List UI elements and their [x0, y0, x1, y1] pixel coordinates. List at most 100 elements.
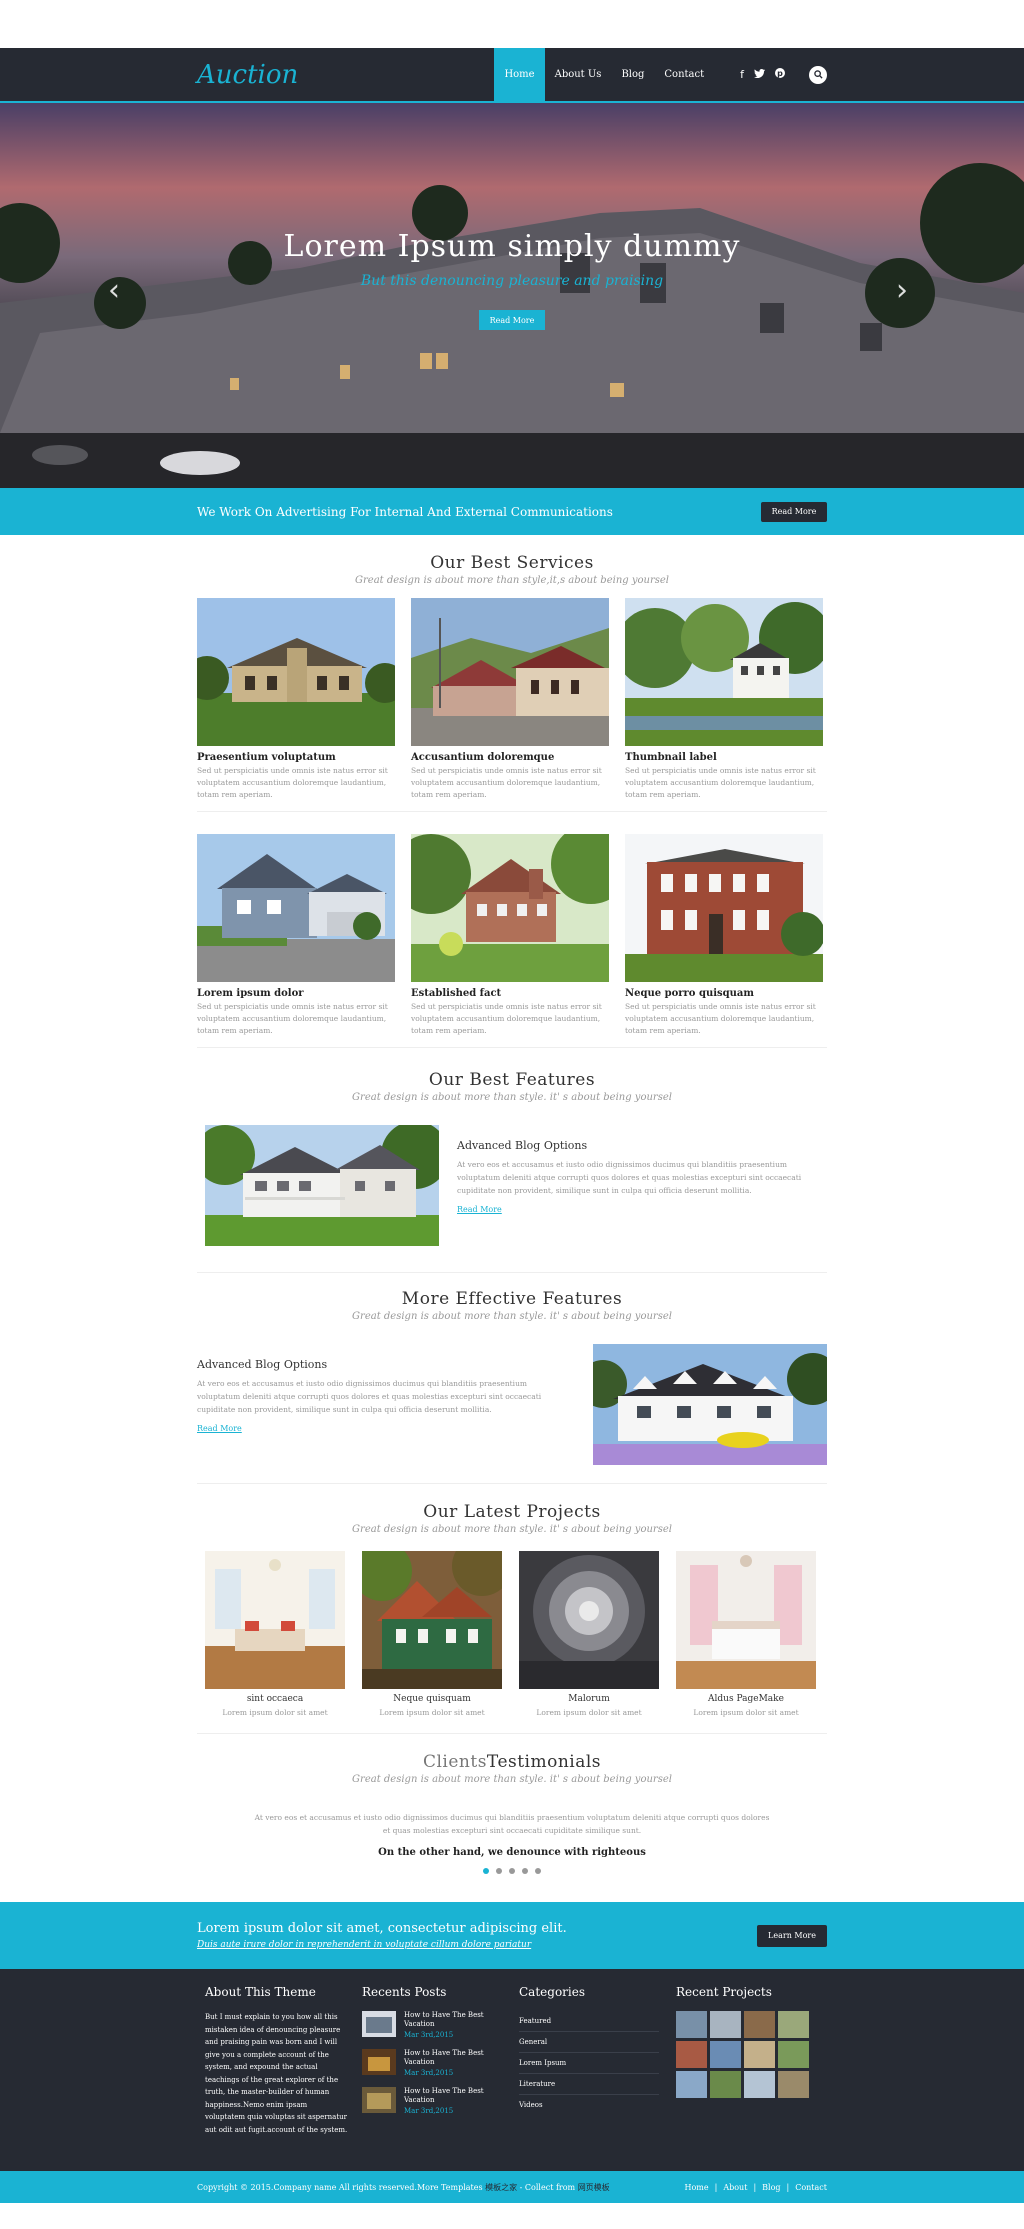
hero-read-more-button[interactable]: Read More	[479, 310, 545, 330]
cta-subtitle[interactable]: Duis aute irure dolor in reprehenderit i…	[197, 1940, 567, 1950]
more-features-section: More Effective Features Great design is …	[197, 1273, 827, 1484]
footer-recent-posts: Recents Posts How to Have The Best Vacat…	[354, 1985, 511, 2136]
bottom-bar: Copyright © 2015.Company name All rights…	[0, 2171, 1024, 2203]
banner-read-more-button[interactable]: Read More	[761, 501, 827, 522]
separator: |	[714, 2182, 718, 2192]
feature-heading: Advanced Blog Options	[457, 1139, 588, 1152]
more-feature-heading: Advanced Blog Options	[197, 1358, 328, 1371]
footer-about-text: But I must explain to you how all this m…	[205, 2013, 348, 2134]
twitter-icon[interactable]	[754, 68, 765, 81]
testimonials-title-a: Clients	[422, 1752, 487, 1772]
projects-title: Our Latest Projects	[423, 1502, 601, 1522]
learn-more-button[interactable]: Learn More	[757, 1924, 827, 1947]
project-thumbnail[interactable]	[778, 2041, 809, 2068]
logo[interactable]: Auction	[197, 60, 298, 90]
project-card[interactable]: Malorum Lorem ipsum dolor sit amet	[519, 1551, 659, 1717]
service-card[interactable]: Lorem ipsum dolor Sed ut perspiciatis un…	[197, 834, 395, 1037]
services-section: Our Best Services Great design is about …	[197, 535, 827, 1048]
project-thumbnail[interactable]	[744, 2011, 775, 2038]
more-features-title: More Effective Features	[401, 1289, 623, 1309]
slide-dot[interactable]	[509, 1868, 515, 1874]
facebook-icon[interactable]: f	[740, 68, 744, 81]
feature-image	[205, 1125, 439, 1246]
feature-read-more-link[interactable]: Read More	[457, 1205, 502, 1214]
copyright: Copyright © 2015.Company name All rights…	[197, 2182, 610, 2193]
more-feature-read-more-link[interactable]: Read More	[197, 1424, 242, 1433]
footer-nav-contact[interactable]: Contact	[795, 2183, 827, 2192]
testimonials-section: ClientsTestimonials Great design is abou…	[197, 1734, 827, 1888]
category-link[interactable]: Videos	[519, 2095, 659, 2115]
nav-contact[interactable]: Contact	[654, 48, 714, 101]
more-feature-text: At vero eos et accusamus et iusto odio d…	[197, 1379, 542, 1414]
project-card[interactable]: Aldus PageMake Lorem ipsum dolor sit ame…	[676, 1551, 816, 1717]
pinterest-icon[interactable]: p	[775, 68, 785, 81]
service-image	[625, 598, 823, 746]
recent-post[interactable]: How to Have The Best Vacation Mar 3rd,201…	[362, 2049, 505, 2077]
features-title: Our Best Features	[428, 1070, 596, 1090]
testimonials-subtitle: Great design is about more than style. i…	[352, 1774, 672, 1785]
project-thumbnail[interactable]	[676, 2071, 707, 2098]
service-title: Thumbnail label	[625, 752, 717, 763]
site-header: Auction Home About Us Blog Contact f p	[0, 48, 1024, 103]
project-thumbnail[interactable]	[676, 2041, 707, 2068]
service-title: Praesentium voluptatum	[197, 752, 336, 763]
nav-home[interactable]: Home	[494, 48, 545, 101]
service-card[interactable]: Thumbnail label Sed ut perspiciatis unde…	[625, 598, 823, 801]
cta-title: Lorem ipsum dolor sit amet, consectetur …	[197, 1921, 567, 1936]
project-thumbnail[interactable]	[710, 2041, 741, 2068]
project-thumbnail[interactable]	[710, 2071, 741, 2098]
post-date: Mar 3rd,2015	[404, 2069, 454, 2077]
service-card[interactable]: Accusantium doloremque Sed ut perspiciat…	[411, 598, 609, 801]
footer-nav-home[interactable]: Home	[685, 2183, 709, 2192]
project-name: Neque quisquam	[393, 1694, 471, 1704]
testimonial-quote: On the other hand, we denounce with righ…	[378, 1847, 646, 1858]
project-name: Malorum	[568, 1694, 610, 1704]
category-link[interactable]: Lorem Ipsum	[519, 2053, 659, 2074]
service-card[interactable]: Praesentium voluptatum Sed ut perspiciat…	[197, 598, 395, 801]
category-link[interactable]: General	[519, 2032, 659, 2053]
service-image	[625, 834, 823, 982]
slide-dot[interactable]	[522, 1868, 528, 1874]
nav-about[interactable]: About Us	[545, 48, 612, 101]
project-text: Lorem ipsum dolor sit amet	[693, 1708, 799, 1717]
project-image	[676, 1551, 816, 1689]
project-text: Lorem ipsum dolor sit amet	[536, 1708, 642, 1717]
service-card[interactable]: Established fact Sed ut perspiciatis und…	[411, 834, 609, 1037]
category-link[interactable]: Literature	[519, 2074, 659, 2095]
slide-dot[interactable]	[483, 1868, 489, 1874]
project-thumbnail[interactable]	[744, 2071, 775, 2098]
services-title: Our Best Services	[430, 553, 594, 573]
project-image	[362, 1551, 502, 1689]
search-button[interactable]	[809, 65, 827, 84]
service-text: Sed ut perspiciatis unde omnis iste natu…	[625, 1002, 816, 1035]
footer-nav-about[interactable]: About	[723, 2183, 747, 2192]
project-name: Aldus PageMake	[708, 1694, 784, 1704]
hero-slider: ‹ › Lorem Ipsum simply dummy But this de…	[0, 103, 1024, 488]
project-card[interactable]: Neque quisquam Lorem ipsum dolor sit ame…	[362, 1551, 502, 1717]
recent-post[interactable]: How to Have The Best Vacation Mar 3rd,201…	[362, 2011, 505, 2039]
slide-dot[interactable]	[496, 1868, 502, 1874]
project-thumbnail[interactable]	[676, 2011, 707, 2038]
service-text: Sed ut perspiciatis unde omnis iste natu…	[411, 766, 602, 799]
category-link[interactable]: Featured	[519, 2011, 659, 2032]
service-card[interactable]: Neque porro quisquam Sed ut perspiciatis…	[625, 834, 823, 1037]
main-nav: Home About Us Blog Contact	[494, 48, 714, 101]
collect-link[interactable]: 网页模板	[578, 2183, 610, 2192]
project-thumbnail[interactable]	[778, 2071, 809, 2098]
project-name: sint occaeca	[246, 1694, 304, 1704]
project-thumbnail[interactable]	[744, 2041, 775, 2068]
templates-link[interactable]: 模板之家	[485, 2183, 517, 2192]
banner-text: We Work On Advertising For Internal And …	[197, 504, 613, 519]
project-card[interactable]: sint occaeca Lorem ipsum dolor sit amet	[205, 1551, 345, 1717]
project-image	[205, 1551, 345, 1689]
service-image	[197, 834, 395, 982]
post-thumbnail	[362, 2049, 396, 2075]
slide-dot[interactable]	[535, 1868, 541, 1874]
project-thumbnail[interactable]	[778, 2011, 809, 2038]
recent-post[interactable]: How to Have The Best Vacation Mar 3rd,201…	[362, 2087, 505, 2115]
footer-nav-blog[interactable]: Blog	[762, 2183, 780, 2192]
footer-recent-projects: Recent Projects	[668, 1985, 825, 2136]
project-thumbnail[interactable]	[710, 2011, 741, 2038]
features-section: Our Best Features Great design is about …	[197, 1048, 827, 1273]
nav-blog[interactable]: Blog	[611, 48, 654, 101]
